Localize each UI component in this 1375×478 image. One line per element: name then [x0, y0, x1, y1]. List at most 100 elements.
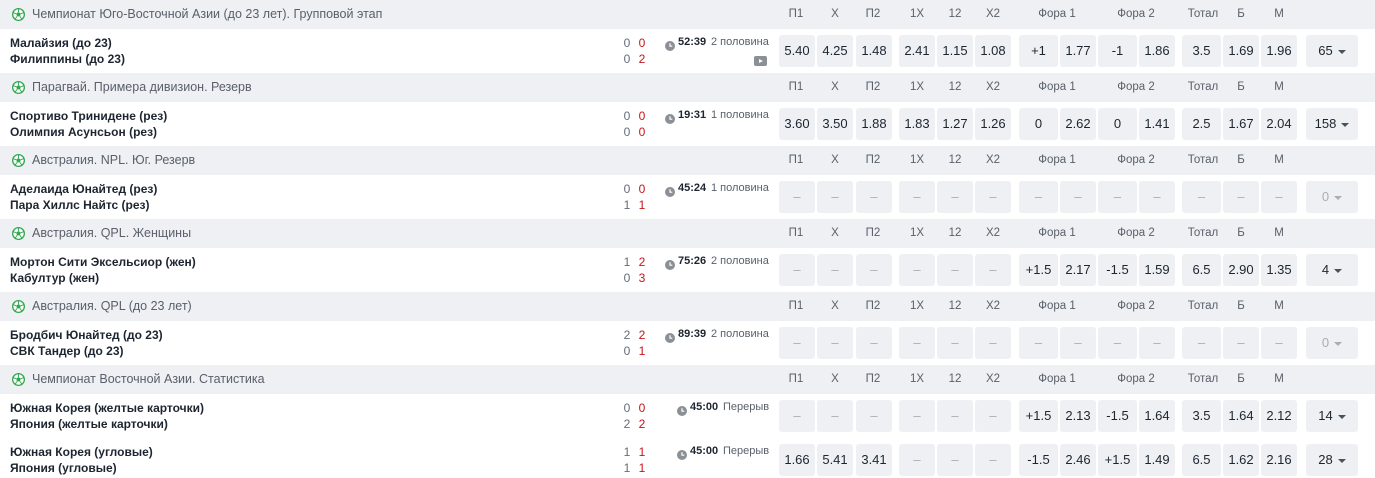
team-home-name[interactable]: Бродбич Юнайтед (до 23) — [10, 328, 163, 342]
odds-cell[interactable]: 2.12 — [1261, 400, 1297, 432]
score-away-current: 1 — [638, 344, 646, 358]
video-play-icon[interactable] — [754, 56, 767, 66]
league-title[interactable]: Чемпионат Юго-Восточной Азии (до 23 лет)… — [32, 0, 382, 29]
clock-icon — [677, 450, 687, 460]
odds-cell[interactable]: 2.62 — [1060, 108, 1096, 140]
more-markets-button[interactable]: 14 — [1306, 400, 1358, 432]
odds-cell: – — [1139, 327, 1175, 359]
odds-cell[interactable]: 3.41 — [856, 444, 892, 476]
odds-cell[interactable]: 1.83 — [899, 108, 935, 140]
team-away-name[interactable]: Кабултур (жен) — [10, 271, 99, 285]
odds-cell[interactable]: 0 — [1019, 108, 1058, 140]
match-row[interactable]: Малайзия (до 23) Филиппины (до 23) 0 0 0 2 52:… — [0, 29, 1375, 72]
odds-cell[interactable]: 1.49 — [1139, 444, 1175, 476]
more-markets-button[interactable]: 0 — [1306, 181, 1358, 213]
team-home-name[interactable]: Мортон Сити Эксельсиор (жен) — [10, 255, 196, 269]
odds-cell[interactable]: 3.60 — [779, 108, 815, 140]
match-row[interactable]: Аделаида Юнайтед (рез) Пара Хиллс Найтс (… — [0, 175, 1375, 218]
team-home-name[interactable]: Южная Корея (угловые) — [10, 445, 153, 459]
score-away-total: 0 — [623, 271, 631, 285]
odds-cell[interactable]: 2.04 — [1261, 108, 1297, 140]
odds-cell[interactable]: 1.08 — [975, 35, 1011, 67]
odds-cell: – — [1182, 327, 1221, 359]
odds-cell[interactable]: 1.88 — [856, 108, 892, 140]
odds-cell: – — [856, 400, 892, 432]
league-title[interactable]: Австралия. NPL. Юг. Резерв — [32, 146, 195, 175]
score-home-total: 0 — [623, 36, 631, 50]
odds-cell[interactable]: 1.15 — [937, 35, 973, 67]
odds-cell[interactable]: +1.5 — [1098, 444, 1137, 476]
team-home-name[interactable]: Малайзия (до 23) — [10, 36, 112, 50]
odds-cell[interactable]: 1.69 — [1223, 35, 1259, 67]
odds-cell[interactable]: 2.5 — [1182, 108, 1221, 140]
odds-cell[interactable]: 2.16 — [1261, 444, 1297, 476]
score-away-current: 2 — [638, 52, 646, 66]
team-away-name[interactable]: СВК Тандер (до 23) — [10, 344, 124, 358]
league-title[interactable]: Австралия. QPL (до 23 лет) — [32, 292, 192, 321]
odds-cell[interactable]: -1.5 — [1098, 254, 1137, 286]
team-away-name[interactable]: Пара Хиллс Найтс (рез) — [10, 198, 150, 212]
odds-cell[interactable]: 3.5 — [1182, 400, 1221, 432]
soccer-ball-icon — [12, 81, 25, 94]
more-markets-count: 0 — [1321, 189, 1330, 204]
match-row[interactable]: Южная Корея (желтые карточки) Япония (жел… — [0, 394, 1375, 437]
odds-cell[interactable]: 3.50 — [817, 108, 853, 140]
odds-cell[interactable]: -1.5 — [1019, 444, 1058, 476]
more-markets-button[interactable]: 0 — [1306, 327, 1358, 359]
odds-cell: – — [779, 254, 815, 286]
team-away-name[interactable]: Филиппины (до 23) — [10, 52, 125, 66]
odds-cell[interactable]: 1.27 — [937, 108, 973, 140]
more-markets-count: 65 — [1318, 43, 1333, 58]
team-home-name[interactable]: Южная Корея (желтые карточки) — [10, 401, 204, 415]
team-away-name[interactable]: Олимпия Асунсьон (рез) — [10, 125, 157, 139]
league-title[interactable]: Австралия. QPL. Женщины — [32, 219, 191, 248]
column-header: Фора 2 — [1117, 300, 1155, 312]
odds-cell[interactable]: 2.17 — [1060, 254, 1096, 286]
odds-cell[interactable]: 1.41 — [1139, 108, 1175, 140]
more-markets-button[interactable]: 65 — [1306, 35, 1358, 67]
odds-cell[interactable]: 6.5 — [1182, 254, 1221, 286]
odds-cell[interactable]: 1.35 — [1261, 254, 1297, 286]
more-markets-button[interactable]: 28 — [1306, 444, 1358, 476]
odds-cell[interactable]: 1.66 — [779, 444, 815, 476]
odds-cell[interactable]: 1.64 — [1223, 400, 1259, 432]
odds-cell[interactable]: +1 — [1019, 35, 1058, 67]
odds-cell[interactable]: -1.5 — [1098, 400, 1137, 432]
more-markets-button[interactable]: 158 — [1306, 108, 1358, 140]
score-away-total: 0 — [623, 52, 631, 66]
odds-cell[interactable]: 1.26 — [975, 108, 1011, 140]
odds-cell[interactable]: 2.90 — [1223, 254, 1259, 286]
odds-cell[interactable]: 1.86 — [1139, 35, 1175, 67]
odds-cell[interactable]: 2.46 — [1060, 444, 1096, 476]
match-row[interactable]: Мортон Сити Эксельсиор (жен) Кабултур (же… — [0, 248, 1375, 291]
league-title[interactable]: Парагвай. Примера дивизион. Резерв — [32, 73, 252, 102]
odds-cell[interactable]: 1.48 — [856, 35, 892, 67]
odds-cell[interactable]: 3.5 — [1182, 35, 1221, 67]
odds-cell[interactable]: 2.41 — [899, 35, 935, 67]
odds-cell[interactable]: 5.41 — [817, 444, 853, 476]
more-markets-button[interactable]: 4 — [1306, 254, 1358, 286]
odds-cell[interactable]: -1 — [1098, 35, 1137, 67]
odds-cell[interactable]: +1.5 — [1019, 254, 1058, 286]
match-row[interactable]: Бродбич Юнайтед (до 23) СВК Тандер (до 23… — [0, 321, 1375, 364]
odds-cell[interactable]: 1.77 — [1060, 35, 1096, 67]
team-home-name[interactable]: Аделаида Юнайтед (рез) — [10, 182, 157, 196]
odds-cell[interactable]: 6.5 — [1182, 444, 1221, 476]
odds-cell[interactable]: 5.40 — [779, 35, 815, 67]
team-home-name[interactable]: Спортиво Тринидене (рез) — [10, 109, 167, 123]
league-title[interactable]: Чемпионат Восточной Азии. Статистика — [32, 365, 265, 394]
match-row[interactable]: Спортиво Тринидене (рез) Олимпия Асунсьон… — [0, 102, 1375, 145]
odds-cell[interactable]: 1.62 — [1223, 444, 1259, 476]
match-row[interactable]: Южная Корея (угловые) Япония (угловые) 1 1 1… — [0, 438, 1375, 478]
odds-cell[interactable]: 1.59 — [1139, 254, 1175, 286]
odds-cell[interactable]: 4.25 — [817, 35, 853, 67]
team-away-name[interactable]: Япония (желтые карточки) — [10, 417, 168, 431]
odds-cell[interactable]: 2.13 — [1060, 400, 1096, 432]
odds-cell[interactable]: 0 — [1098, 108, 1137, 140]
odds-cell[interactable]: 1.96 — [1261, 35, 1297, 67]
odds-cell[interactable]: 1.67 — [1223, 108, 1259, 140]
odds-cell[interactable]: 1.64 — [1139, 400, 1175, 432]
team-away-name[interactable]: Япония (угловые) — [10, 461, 117, 475]
column-header: Х2 — [985, 227, 1001, 239]
odds-cell[interactable]: +1.5 — [1019, 400, 1058, 432]
